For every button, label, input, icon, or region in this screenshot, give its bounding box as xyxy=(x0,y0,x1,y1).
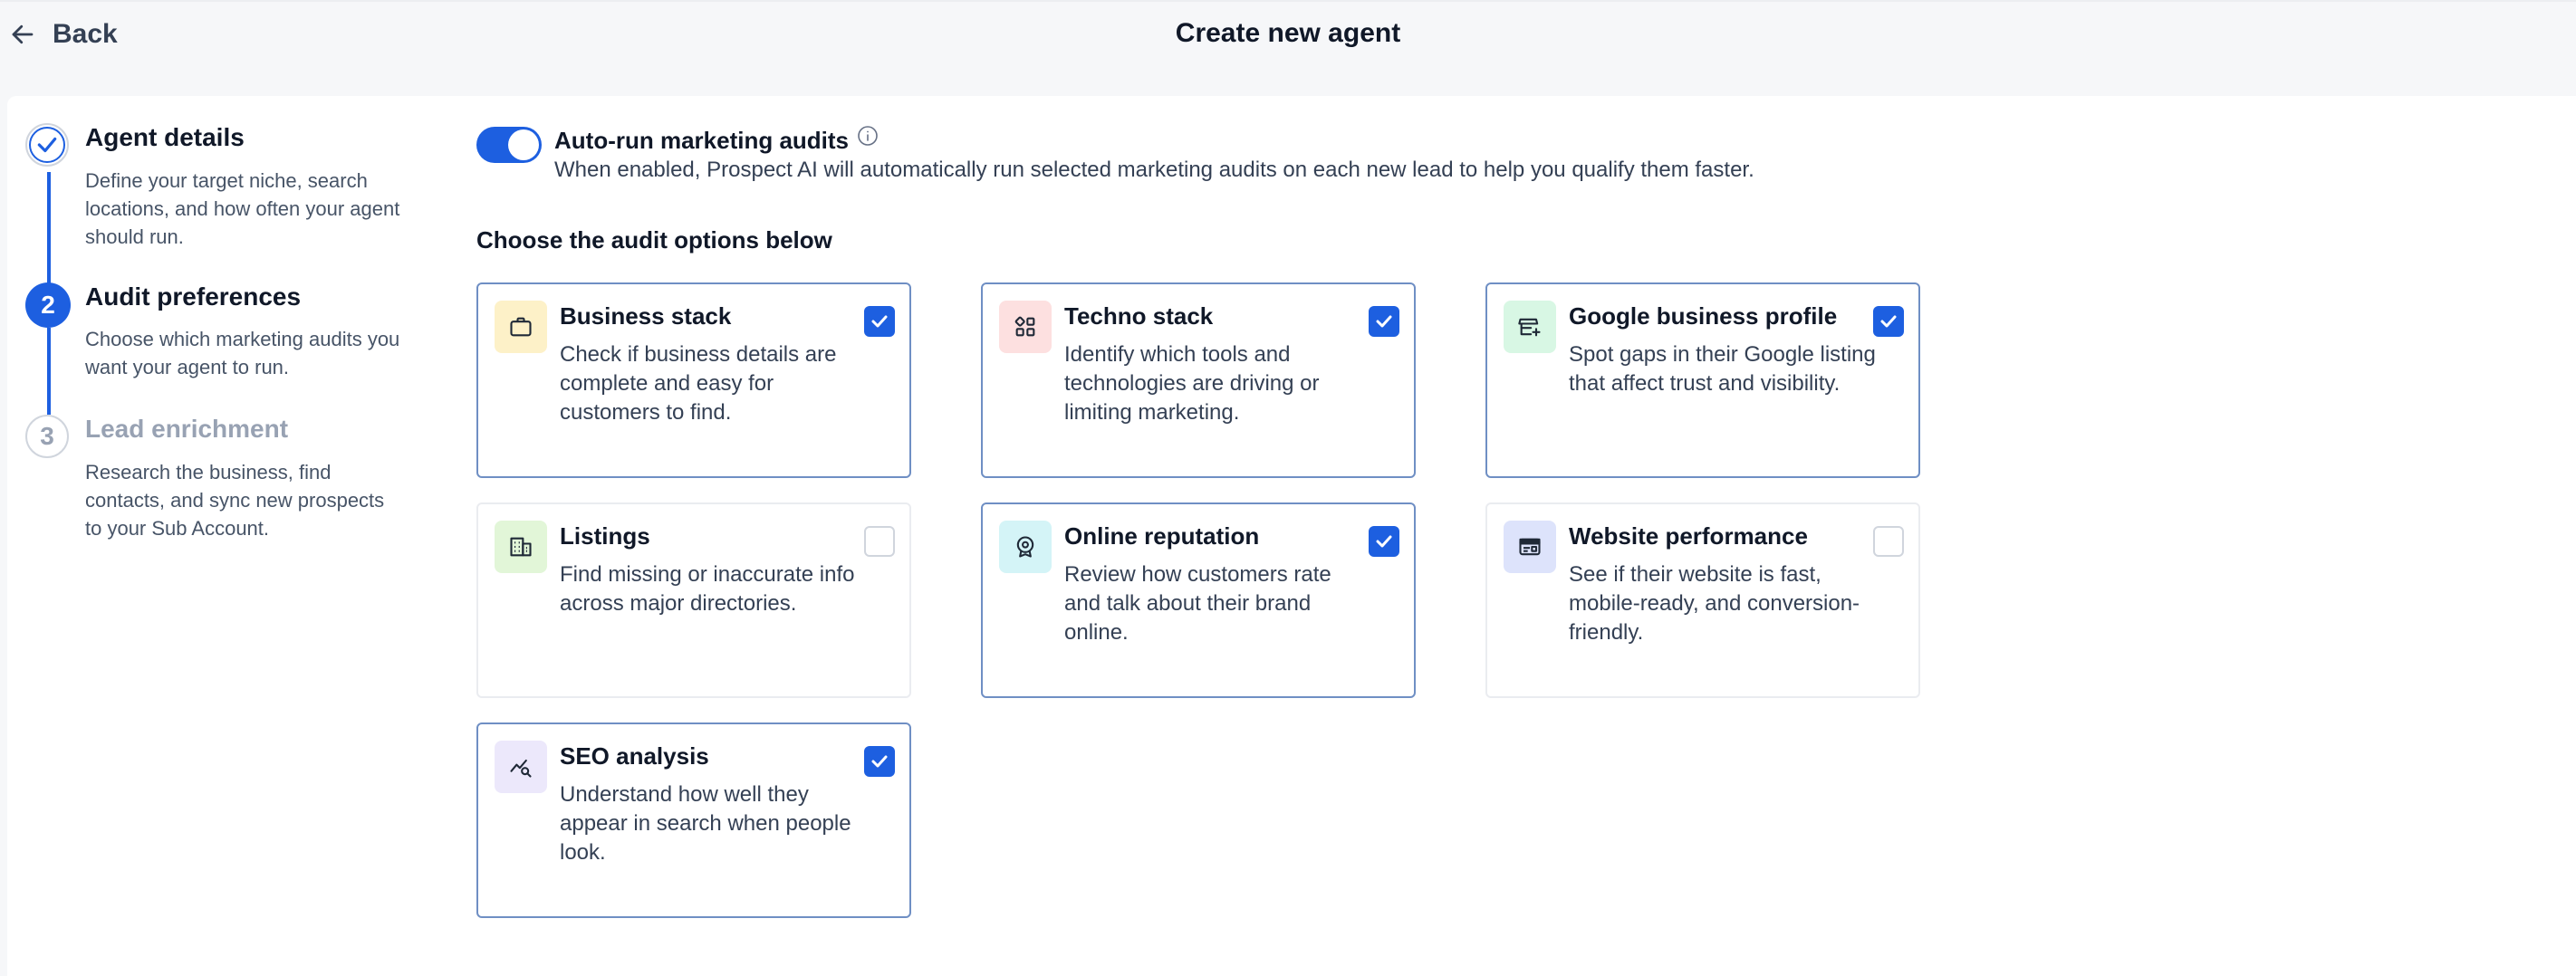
check-icon xyxy=(1880,315,1897,328)
audit-checkbox[interactable] xyxy=(864,526,895,557)
audit-card-techno-stack[interactable]: Techno stack Identify which tools and te… xyxy=(981,282,1416,478)
card-description: Check if business details are complete a… xyxy=(560,342,837,425)
auto-run-description: When enabled, Prospect AI will automatic… xyxy=(554,158,1754,182)
step-title: Agent details xyxy=(85,123,245,151)
card-description: Spot gaps in their Google listing that a… xyxy=(1569,342,1876,396)
check-icon xyxy=(1376,315,1392,328)
card-title: Website performance xyxy=(1569,522,1808,550)
card-icon-box xyxy=(495,521,547,573)
audit-card-seo-analysis[interactable]: SEO analysis Understand how well they ap… xyxy=(476,722,911,918)
stepper-line-2 xyxy=(47,328,51,415)
audit-checkbox[interactable] xyxy=(1369,306,1399,337)
page-title: Create new agent xyxy=(1175,18,1401,48)
card-title: Google business profile xyxy=(1569,302,1838,330)
card-title: Online reputation xyxy=(1064,522,1260,550)
audit-card-listings[interactable]: Listings Find missing or inaccurate info… xyxy=(476,502,911,698)
card-icon-box xyxy=(1504,301,1556,353)
card-description: Understand how well they appear in searc… xyxy=(560,782,851,865)
audit-checkbox[interactable] xyxy=(864,306,895,337)
audit-checkbox[interactable] xyxy=(1873,306,1904,337)
step-title: Lead enrichment xyxy=(85,415,289,443)
audit-section-title: Choose the audit options below xyxy=(476,226,832,254)
storefront-icon xyxy=(1518,318,1541,337)
audit-checkbox[interactable] xyxy=(864,746,895,777)
info-icon[interactable] xyxy=(857,125,879,147)
card-description: Find missing or inaccurate info across m… xyxy=(560,562,855,616)
check-icon xyxy=(37,137,57,153)
step-description: Define your target niche, search locatio… xyxy=(85,169,400,248)
stepper-line-1 xyxy=(47,172,51,284)
check-icon xyxy=(871,315,888,328)
step-3-indicator: 3 xyxy=(25,415,69,458)
browser-icon xyxy=(1519,538,1541,556)
step-2-indicator: 2 xyxy=(25,282,71,328)
check-icon xyxy=(871,755,888,768)
top-bar: Back Create new agent xyxy=(0,0,2576,72)
building-icon xyxy=(510,537,532,557)
audit-card-online-reputation[interactable]: Online reputation Review how customers r… xyxy=(981,502,1416,698)
card-title: Techno stack xyxy=(1064,302,1214,330)
step-description: Choose which marketing audits you want y… xyxy=(85,328,400,378)
audit-card-website-performance[interactable]: Website performance See if their website… xyxy=(1485,502,1920,698)
briefcase-icon xyxy=(510,317,532,337)
card-description: Review how customers rate and talk about… xyxy=(1064,562,1331,645)
grid-icon xyxy=(1014,316,1035,337)
audit-card-business-stack[interactable]: Business stack Check if business details… xyxy=(476,282,911,478)
audit-checkbox[interactable] xyxy=(1369,526,1399,557)
toggle-knob xyxy=(508,129,539,160)
audit-card-google-business-profile[interactable]: Google business profile Spot gaps in the… xyxy=(1485,282,1920,478)
audit-checkbox[interactable] xyxy=(1873,526,1904,557)
card-icon-box xyxy=(495,301,547,353)
check-icon xyxy=(1376,535,1392,548)
card-title: SEO analysis xyxy=(560,742,709,770)
card-description: See if their website is fast, mobile-rea… xyxy=(1569,562,1860,645)
card-icon-box xyxy=(999,521,1052,573)
card-icon-box xyxy=(1504,521,1556,573)
auto-run-label: Auto-run marketing audits xyxy=(554,127,850,154)
badge-icon xyxy=(1016,536,1034,558)
card-icon-box xyxy=(999,301,1052,353)
card-description: Identify which tools and technologies ar… xyxy=(1064,342,1320,425)
step-title: Audit preferences xyxy=(85,282,302,311)
seo-chart-icon xyxy=(510,759,532,778)
card-title: Business stack xyxy=(560,302,732,330)
card-title: Listings xyxy=(560,522,650,550)
step-description: Research the business, find contacts, an… xyxy=(85,461,385,540)
auto-run-toggle[interactable] xyxy=(476,127,542,163)
step-1-indicator xyxy=(25,123,69,167)
card-icon-box xyxy=(495,741,547,793)
